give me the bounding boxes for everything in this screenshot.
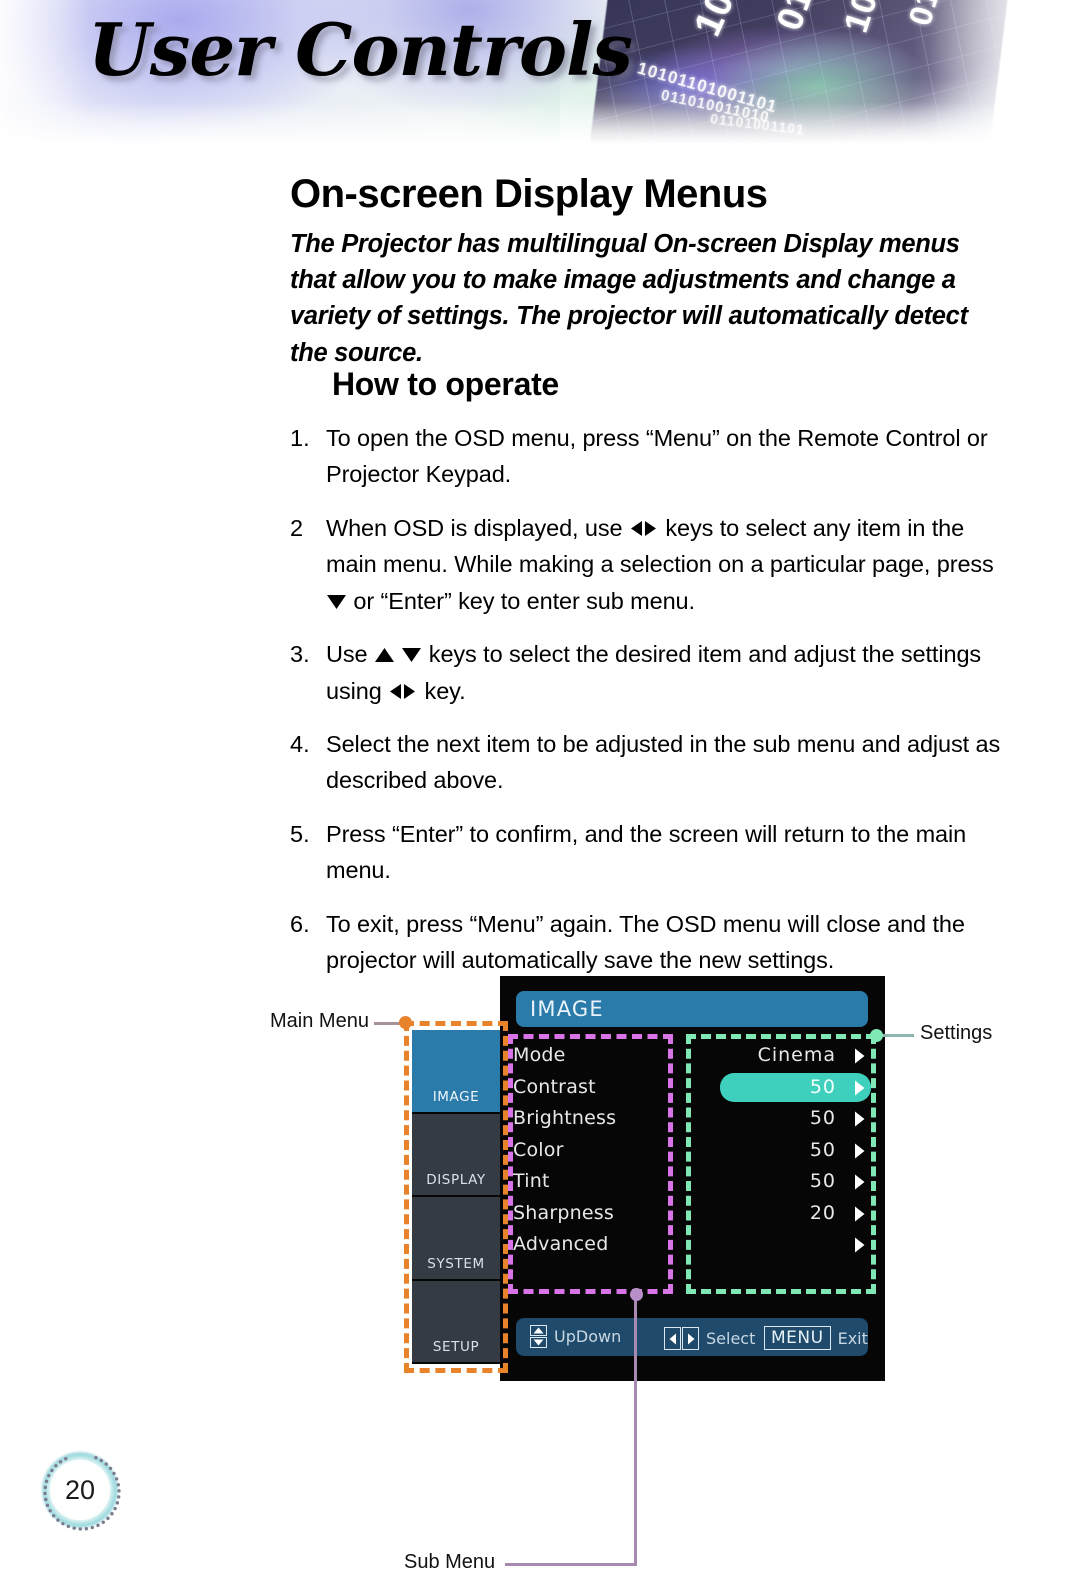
callout-box-settings [686, 1034, 876, 1294]
step-number: 3. [290, 641, 310, 668]
step-text-fragment: To open the OSD menu, press “Menu” on th… [326, 425, 988, 488]
callout-line-sub-menu-horizontal [505, 1563, 637, 1566]
step-text: To open the OSD menu, press “Menu” on th… [326, 420, 1020, 493]
callout-line-settings [878, 1034, 914, 1037]
step-number: 2 [290, 514, 304, 541]
banner-bottom-fade [0, 102, 1080, 148]
callout-box-sub-menu [508, 1034, 673, 1294]
step-text-fragment: key. [418, 677, 466, 704]
step-text: When OSD is displayed, use keys to selec… [326, 510, 1020, 619]
step-text: Press “Enter” to confirm, and the screen… [326, 816, 1020, 889]
step-item: 1. To open the OSD menu, press “Menu” on … [290, 420, 1020, 493]
section-heading-how-to-operate: How to operate [332, 366, 559, 402]
down-key-icon [530, 1337, 547, 1348]
callout-dot-sub-menu [630, 1288, 643, 1301]
callout-label-sub-menu: Sub Menu [404, 1551, 496, 1573]
intro-paragraph: The Projector has multilingual On-screen… [290, 230, 968, 367]
down-arrow-icon [326, 593, 347, 610]
step-number: 5. [290, 820, 310, 847]
osd-value-text: 50 [809, 1075, 836, 1098]
page-number-badge: 20 [38, 1448, 138, 1548]
left-right-arrows-icon [629, 520, 659, 537]
step-text-fragment: To exit, press “Menu” again. The OSD men… [326, 910, 965, 974]
left-right-arrows-icon [388, 683, 418, 700]
osd-title-bar: IMAGE [516, 991, 868, 1027]
page-header-banner: 1001 0101 1001 0100 10101101001101 01101… [0, 0, 1080, 148]
step-text-fragment: When OSD is displayed, use [326, 514, 629, 541]
step-text-fragment: Use [326, 641, 374, 668]
hint-updown: UpDown [530, 1325, 621, 1348]
hint-select: Select [664, 1327, 755, 1350]
step-text-fragment: Select the next item to be adjusted in t… [326, 730, 1001, 794]
step-text: Use keys to select the desired item and … [326, 636, 1020, 709]
left-key-icon [664, 1327, 681, 1350]
menu-key-icon: MENU [764, 1326, 831, 1350]
callout-dot-settings [870, 1029, 883, 1042]
callout-line-sub-menu-vertical [634, 1294, 637, 1566]
hint-exit-label: Exit [837, 1328, 868, 1348]
page-title: On-screen Display Menus [290, 172, 768, 216]
step-text-fragment: or “Enter” key to enter sub menu. [347, 587, 695, 614]
down-arrow-icon [401, 646, 422, 663]
osd-diagram: IMAGE IMAGE DISPLAY SYSTEM SETUP Mode Contra… [0, 968, 1080, 1573]
step-item: 3. Use keys to select the desired item an… [290, 636, 1020, 709]
step-item: 5. Press “Enter” to confirm, and the scre… [290, 816, 1020, 889]
callout-label-settings: Settings [920, 1022, 993, 1044]
up-down-keys-icon [530, 1325, 547, 1348]
osd-hint-bar: UpDown Select MENU Exit [516, 1318, 868, 1356]
hint-select-label: Select [706, 1329, 756, 1348]
step-item: 4. Select the next item to be adjusted in… [290, 726, 1020, 799]
up-arrow-icon [374, 646, 395, 663]
step-number: 1. [290, 425, 310, 451]
step-text: Select the next item to be adjusted in t… [326, 726, 1020, 799]
banner-title: User Controls [88, 7, 633, 92]
osd-title-label: IMAGE [530, 997, 604, 1021]
callout-dot-main-menu [399, 1016, 412, 1029]
up-key-icon [530, 1325, 547, 1336]
callout-box-main-menu [404, 1021, 508, 1373]
callout-label-main-menu: Main Menu [270, 1010, 369, 1032]
step-text-fragment: Press “Enter” to confirm, and the screen… [326, 820, 967, 884]
step-number: 4. [290, 730, 310, 757]
left-right-keys-icon [664, 1327, 699, 1350]
step-item: 2 When OSD is displayed, use keys to sele… [290, 510, 1020, 619]
hint-exit: MENU Exit [764, 1326, 868, 1350]
steps-list: 1. To open the OSD menu, press “Menu” on … [290, 420, 1020, 995]
page-number-label: 20 [64, 1474, 96, 1505]
right-arrow-icon[interactable] [854, 1080, 865, 1101]
right-key-icon [682, 1327, 699, 1350]
hint-updown-label: UpDown [554, 1327, 622, 1346]
